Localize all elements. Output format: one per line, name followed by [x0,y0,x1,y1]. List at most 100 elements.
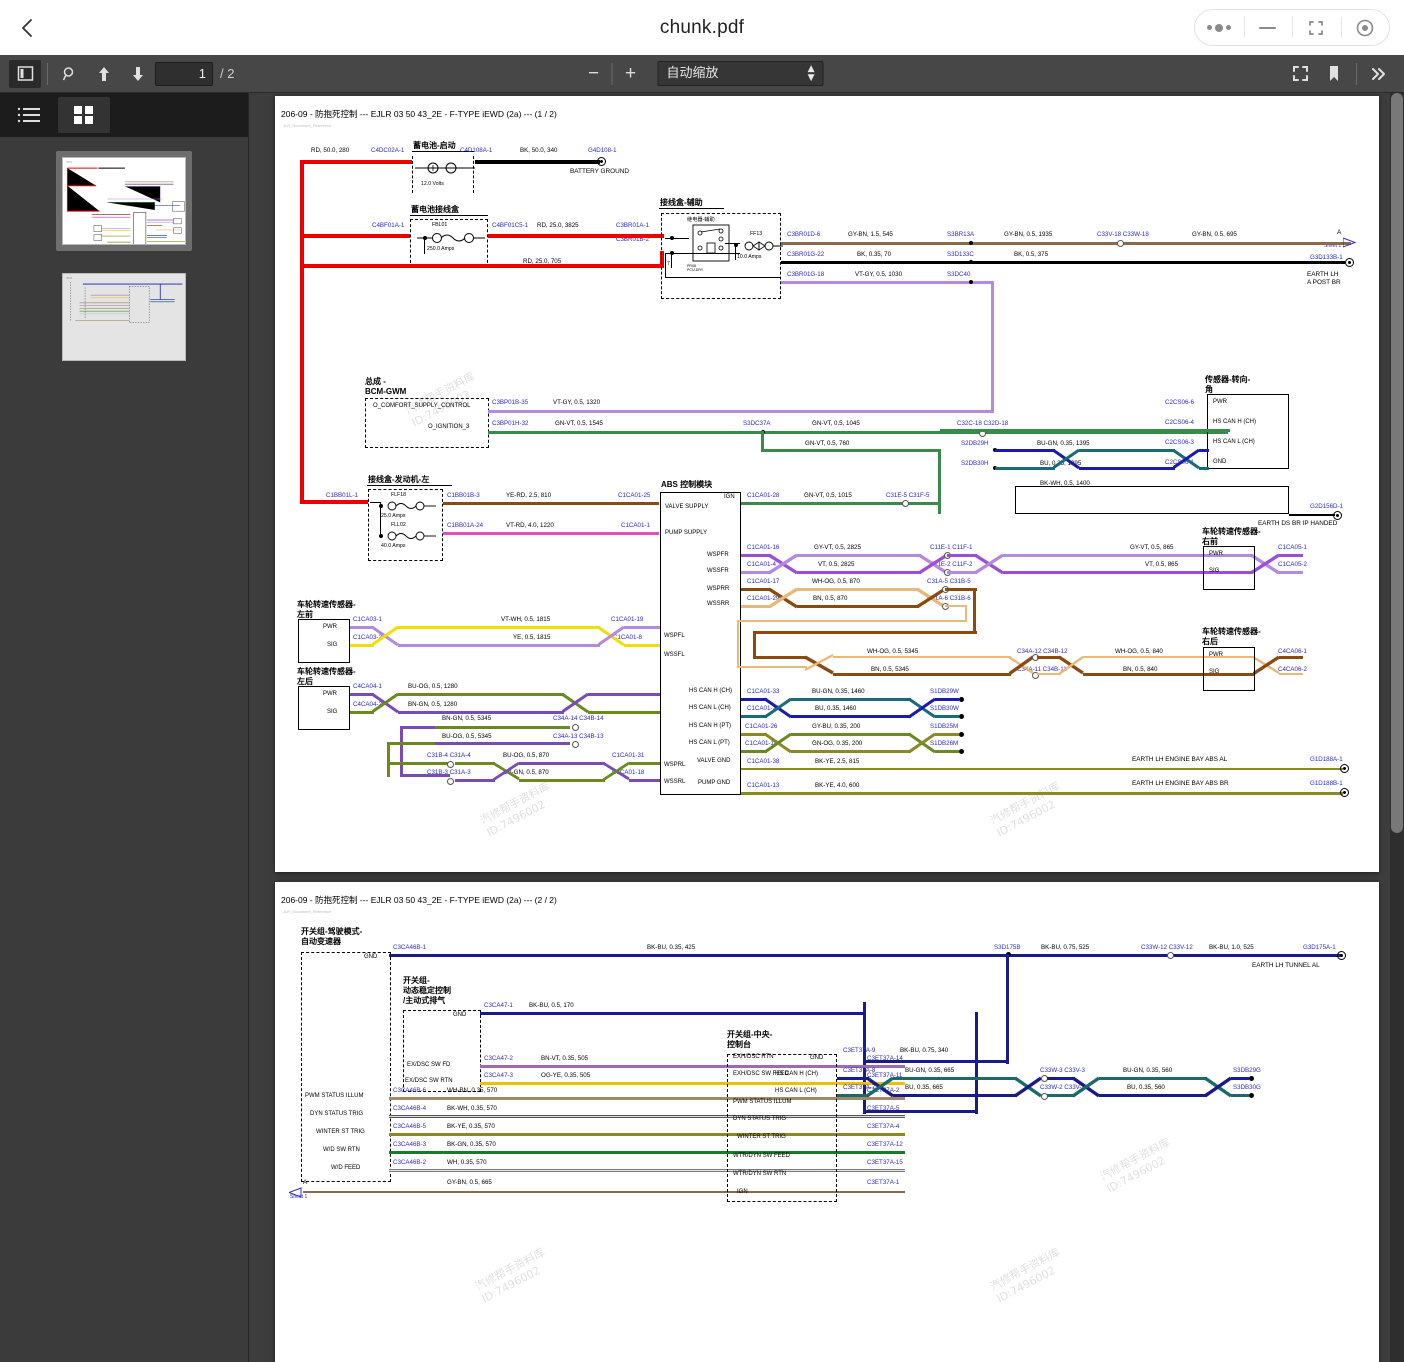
watermark: 汽修帮手资料库ID:7496002 [988,1246,1069,1306]
fuse-symbol-icon [378,529,440,543]
wire-crossover [805,652,835,680]
wire-segment [488,234,664,238]
wire-crossover [1173,444,1201,474]
pin-label: WSSFL [664,652,685,658]
more-tools-button[interactable] [1363,60,1395,88]
connector-id: G1D188B-1 [1310,780,1343,787]
connector-id: C4BF01A-1 [372,222,404,229]
connector-id: C4DC02A-1 [371,147,404,154]
wire-segment [947,554,977,557]
sidebar-toggle-button[interactable] [9,60,41,88]
wire-spec: BN, 0.5, 870 [813,595,847,602]
wire-segment [935,698,959,701]
pin-label: IGN [737,1189,748,1195]
page2-subheader: JLR_Document_Reference [283,909,331,914]
double-chevron-right-icon [1370,66,1388,82]
battery-start-title: 蓄电池-启动 [413,140,456,151]
ground-label: EARTH LH A POST BR [1307,271,1341,287]
splice-id: C34A-13 C34B-13 [553,733,604,740]
sidebar-item-outline[interactable] [4,97,56,133]
connector-id: C3ET37A-12 [867,1141,903,1148]
zoom-in-button[interactable]: + [618,61,644,87]
zoom-select-value: 自动缩放 [667,62,719,85]
next-page-button[interactable] [122,60,154,88]
restore-button[interactable] [1292,10,1341,45]
pdf-viewer[interactable]: 206-09 - 防抱死控制 --- EJLR 03 50 43_2E - F-… [249,93,1404,1362]
connector-id: C1CA01-28 [747,492,779,499]
bus-line [380,502,381,538]
wire-segment [350,644,374,647]
zoom-select[interactable]: 自动缩放 ▲▼ [658,61,824,86]
wire-segment [935,733,959,736]
pin-label: HS CAN H (CH) [1213,419,1256,425]
pin-label: WSPRR [707,586,729,592]
close-target-button[interactable] [1341,10,1390,45]
wire-segment [519,779,605,782]
viewer-scrollbar[interactable] [1390,93,1404,1362]
relay-code: PR08PCU-DRY [687,264,703,272]
wire-spec: WH, 0.35, 570 [447,1159,487,1166]
wire-segment [1047,1094,1075,1097]
find-button[interactable] [54,60,86,88]
ground-symbol-icon [1340,788,1349,797]
connector-id: C1BB01B-3 [447,492,480,499]
thumbnail-page-1[interactable]: 206-09 [56,151,192,251]
minimize-button[interactable] [1244,10,1293,45]
wire-spec: BK-BU, 0.75, 525 [1041,944,1089,951]
pin-label: HS CAN H (PT) [689,723,731,729]
wire-segment [1279,554,1303,557]
wire-spec: OG-YE, 0.35, 505 [541,1072,590,1079]
zoom-out-button[interactable]: − [581,61,607,87]
splice-id: S2DB30H [961,460,989,467]
wire-crossover [1053,444,1081,474]
wire-crossover [598,621,626,651]
thumbnail-sidebar: 206-09 [0,93,249,1362]
wire-segment [455,762,495,765]
wire-segment [300,234,410,238]
splice-node [1249,1093,1254,1098]
connector-id: C3BR01A-1 [616,222,649,229]
connector-id: G3D133B-1 [1310,254,1343,261]
toolbar-divider [612,63,613,85]
pin-label: PWR [1209,551,1223,557]
pin-label: PWR [323,624,337,630]
wire-spec: BK-GN, 0.35, 570 [447,1141,496,1148]
scrollbar-thumb[interactable] [1391,93,1403,833]
presentation-mode-button[interactable] [1284,60,1316,88]
wire-crossover [372,688,400,718]
more-options-icon [1207,24,1231,32]
previous-page-button[interactable] [88,60,120,88]
grid-icon [71,103,97,127]
wire-segment [629,779,660,782]
page-number-input[interactable]: 1 [155,62,213,86]
pin-label: WINTER ST TRIG [737,1134,786,1140]
more-options-button[interactable] [1195,10,1244,45]
wire-spec: GN-VT, 0.5, 760 [805,440,849,447]
wire-segment [350,711,374,714]
wire-crossover [867,1072,895,1102]
wire-spec: VT-RD, 4.0, 1220 [506,522,554,529]
wire-spec: YE, 0.5, 1815 [513,634,551,641]
underline [410,215,488,216]
wire-segment [398,693,564,696]
ground-symbol-icon [1345,258,1354,267]
wire-spec: GY-BN, 0.5, 665 [447,1179,492,1186]
sidebar-item-thumbnails[interactable] [58,97,110,133]
wire-crossover [493,758,521,786]
thumbnail-page-2[interactable]: 206-09 [56,267,192,367]
wire-segment [781,242,1351,245]
wire-segment [300,264,304,504]
splice-node [969,260,973,264]
inline-connector-icon [447,761,454,768]
pin-number: 7 [667,261,670,267]
wire-segment [995,467,1055,470]
connector-id: C3CA46B-2 [393,1159,426,1166]
bookmark-button[interactable] [1318,60,1350,88]
connector-id: C1CA05-1 [1278,544,1307,551]
battery-voltage-label: 12.0 Volts [421,181,444,187]
pin-label: WSSRR [707,601,729,607]
wire-segment [940,429,1230,432]
wire-segment [300,500,368,504]
wire-segment [387,742,390,777]
wire-segment [455,779,495,782]
